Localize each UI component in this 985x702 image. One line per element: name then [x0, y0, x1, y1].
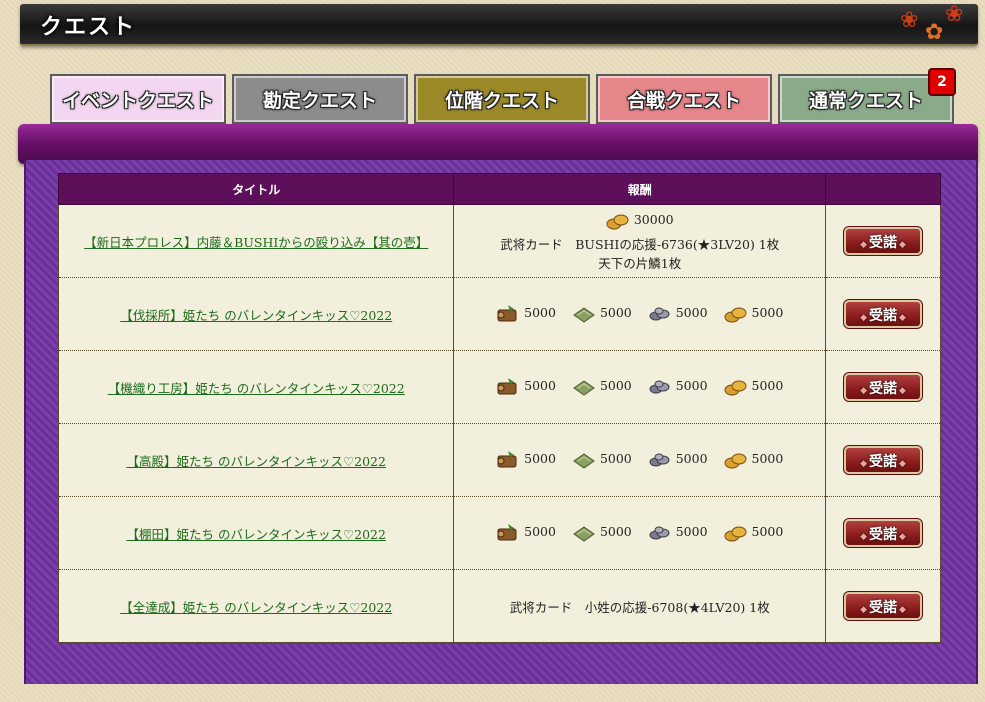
reward-line: 天下の片鱗1枚: [598, 255, 682, 271]
quest-reward-cell: 5000 5000 5000 5000: [453, 423, 827, 497]
quest-reward-cell: 5000 5000 5000 5000: [453, 350, 827, 424]
quest-reward-cell: 5000 5000 5000 5000: [453, 277, 827, 351]
cloth-icon: [573, 380, 595, 395]
quest-title-cell: 【伐採所】姫たち のバレンタインキッス♡2022: [57, 277, 455, 351]
quest-title-link[interactable]: 【伐採所】姫たち のバレンタインキッス♡2022: [120, 308, 392, 323]
maple-leaf-icon: ❀: [900, 8, 919, 33]
wood-reward: 5000: [496, 449, 556, 469]
iron-reward: 5000: [648, 522, 708, 542]
tab-event-quest[interactable]: イベントクエスト: [50, 74, 226, 124]
column-header-reward: 報酬: [453, 173, 827, 205]
reward-line: 武将カード BUSHIの応援-6736(★3LV20) 1枚: [500, 236, 780, 252]
page-title: クエスト: [40, 15, 137, 40]
quest-reward-cell: 武将カード 小姓の応援-6708(★4LV20) 1枚: [453, 569, 827, 644]
rice-reward: 5000: [724, 303, 783, 323]
accept-button[interactable]: ◆ 受諾 ◆: [843, 226, 924, 256]
tab-content-bar: [18, 124, 978, 164]
cloth-reward: 5000: [572, 303, 632, 323]
gold-icon: [606, 214, 629, 229]
tab-battle-quest[interactable]: 合戦クエスト: [596, 74, 772, 124]
table-row: 【新日本プロレス】内藤＆BUSHIからの殴り込み【其の壱】 30000 武将カー…: [57, 204, 941, 278]
wood-icon: [497, 450, 517, 467]
cloth-icon: [573, 526, 595, 541]
cloth-icon: [573, 453, 595, 468]
rice-icon: [724, 526, 747, 541]
rice-icon: [724, 453, 747, 468]
cloth-reward: 5000: [572, 522, 632, 542]
quest-title-cell: 【全達成】姫たち のバレンタインキッス♡2022: [57, 569, 455, 644]
iron-reward: 5000: [648, 376, 708, 396]
notification-badge: 2: [928, 68, 956, 96]
accept-button[interactable]: ◆ 受諾 ◆: [843, 299, 924, 329]
action-cell: ◆ 受諾 ◆: [825, 569, 941, 644]
table-row: 【伐採所】姫たち のバレンタインキッス♡2022 5000 5000 5000 …: [57, 277, 941, 351]
action-cell: ◆ 受諾 ◆: [825, 350, 941, 424]
accept-button[interactable]: ◆ 受諾 ◆: [843, 445, 924, 475]
gold-reward: 30000: [606, 210, 674, 230]
maple-leaf-icon: ✿: [925, 20, 944, 45]
table-row: 【棚田】姫たち のバレンタインキッス♡2022 5000 5000 5000 5…: [57, 496, 941, 570]
reward-line: 武将カード 小姓の応援-6708(★4LV20) 1枚: [509, 599, 770, 615]
iron-icon: [649, 453, 670, 466]
wood-reward: 5000: [496, 522, 556, 542]
table-header-row: タイトル 報酬: [57, 173, 941, 205]
maple-leaf-icon: ❀: [945, 2, 964, 27]
iron-reward: 5000: [648, 303, 708, 323]
tab-kanjou-quest[interactable]: 勘定クエスト: [232, 74, 408, 124]
quest-title-link[interactable]: 【高殿】姫たち のバレンタインキッス♡2022: [126, 454, 386, 469]
action-cell: ◆ 受諾 ◆: [825, 277, 941, 351]
iron-reward: 5000: [648, 449, 708, 469]
accept-button[interactable]: ◆ 受諾 ◆: [843, 591, 924, 621]
table-row: 【機織り工房】姫たち のバレンタインキッス♡2022 5000 5000 500…: [57, 350, 941, 424]
wood-icon: [497, 523, 517, 540]
page-header: クエスト ❀ ✿ ❀: [20, 4, 978, 46]
quest-title-cell: 【棚田】姫たち のバレンタインキッス♡2022: [57, 496, 455, 570]
rice-reward: 5000: [724, 376, 783, 396]
rice-icon: [724, 380, 747, 395]
gold-amount: 30000: [633, 212, 674, 227]
quest-title-link[interactable]: 【全達成】姫たち のバレンタインキッス♡2022: [120, 600, 392, 615]
iron-icon: [649, 526, 670, 539]
quest-title-cell: 【高殿】姫たち のバレンタインキッス♡2022: [57, 423, 455, 497]
wood-reward: 5000: [496, 303, 556, 323]
quest-table: タイトル 報酬 【新日本プロレス】内藤＆BUSHIからの殴り込み【其の壱】 30…: [57, 173, 941, 644]
column-header-title: タイトル: [57, 173, 455, 205]
accept-button[interactable]: ◆ 受諾 ◆: [843, 372, 924, 402]
quest-title-link[interactable]: 【機織り工房】姫たち のバレンタインキッス♡2022: [108, 381, 405, 396]
cloth-reward: 5000: [572, 376, 632, 396]
quest-title-cell: 【機織り工房】姫たち のバレンタインキッス♡2022: [57, 350, 455, 424]
accept-button[interactable]: ◆ 受諾 ◆: [843, 518, 924, 548]
column-header-action: [825, 173, 941, 205]
table-row: 【全達成】姫たち のバレンタインキッス♡2022 武将カード 小姓の応援-670…: [57, 569, 941, 644]
rice-icon: [724, 307, 747, 322]
quest-title-link[interactable]: 【新日本プロレス】内藤＆BUSHIからの殴り込み【其の壱】: [84, 235, 428, 250]
action-cell: ◆ 受諾 ◆: [825, 496, 941, 570]
wood-icon: [497, 304, 517, 321]
table-row: 【高殿】姫たち のバレンタインキッス♡2022 5000 5000 5000 5…: [57, 423, 941, 497]
iron-icon: [649, 307, 670, 320]
action-cell: ◆ 受諾 ◆: [825, 204, 941, 278]
quest-reward-cell: 5000 5000 5000 5000: [453, 496, 827, 570]
tab-rank-quest[interactable]: 位階クエスト: [414, 74, 590, 124]
wood-reward: 5000: [496, 376, 556, 396]
cloth-reward: 5000: [572, 449, 632, 469]
quest-title-cell: 【新日本プロレス】内藤＆BUSHIからの殴り込み【其の壱】: [57, 204, 455, 278]
quest-title-link[interactable]: 【棚田】姫たち のバレンタインキッス♡2022: [126, 527, 386, 542]
rice-reward: 5000: [724, 449, 783, 469]
quest-reward-cell: 30000 武将カード BUSHIの応援-6736(★3LV20) 1枚 天下の…: [453, 204, 827, 278]
wood-icon: [497, 377, 517, 394]
cloth-icon: [573, 307, 595, 322]
action-cell: ◆ 受諾 ◆: [825, 423, 941, 497]
iron-icon: [649, 380, 670, 393]
rice-reward: 5000: [724, 522, 783, 542]
